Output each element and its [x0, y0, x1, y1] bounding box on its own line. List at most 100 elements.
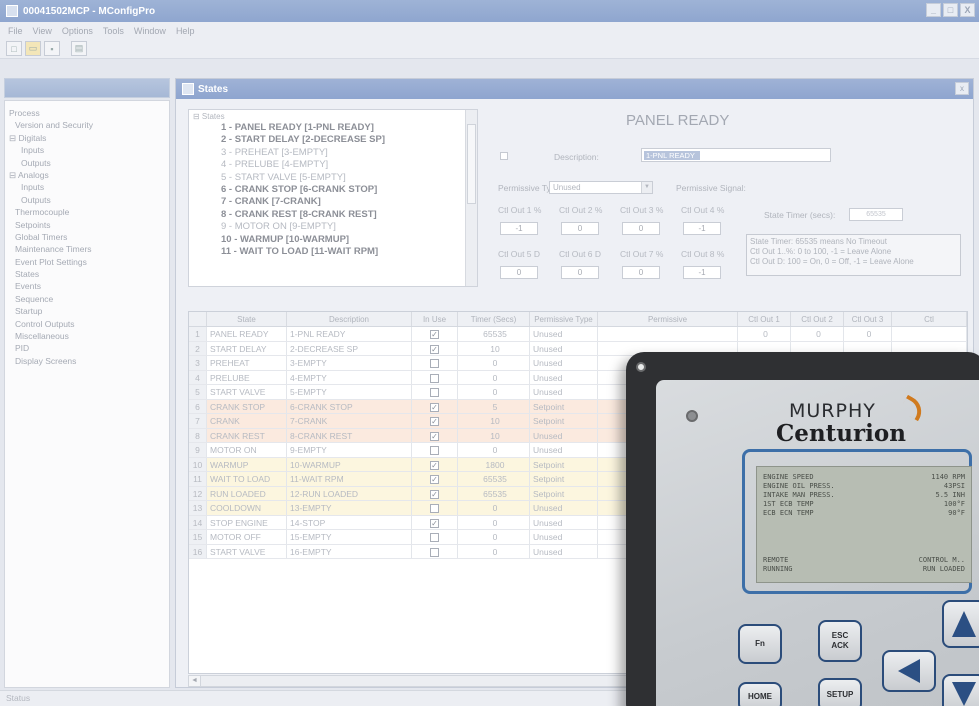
- table-cell-use[interactable]: ✓: [412, 399, 458, 413]
- in-use-checkbox[interactable]: ✓: [430, 330, 439, 340]
- left-arrow-key[interactable]: [882, 650, 936, 692]
- table-cell-state[interactable]: CRANK REST: [207, 428, 287, 442]
- table-cell-ptype[interactable]: Setpoint: [530, 457, 598, 471]
- table-cell-state[interactable]: PANEL READY: [207, 327, 287, 341]
- control-output-input[interactable]: -1: [683, 266, 721, 279]
- table-cell-ptype[interactable]: Unused: [530, 544, 598, 558]
- tree-item[interactable]: Thermocouple: [9, 206, 165, 218]
- table-cell-ptype[interactable]: Unused: [530, 385, 598, 399]
- table-cell-ptype[interactable]: Unused: [530, 356, 598, 370]
- down-arrow-key[interactable]: [942, 674, 979, 706]
- home-key[interactable]: HOME: [738, 682, 782, 706]
- table-cell-desc[interactable]: 9-EMPTY: [287, 443, 412, 457]
- table-cell-cf2[interactable]: 0: [791, 327, 844, 341]
- table-cell-use[interactable]: ✓: [412, 414, 458, 428]
- states-list-scrollbar[interactable]: [465, 110, 477, 286]
- fn-key[interactable]: Fn: [738, 624, 782, 664]
- grid-header-cf2[interactable]: Ctl Out 2: [791, 312, 844, 326]
- scroll-thumb[interactable]: [467, 124, 476, 204]
- table-cell-desc[interactable]: 10-WARMUP: [287, 457, 412, 471]
- table-cell-state[interactable]: START VALVE: [207, 385, 287, 399]
- tree-item[interactable]: Outputs: [9, 157, 165, 169]
- table-cell-timer[interactable]: 0: [458, 515, 530, 529]
- table-cell-desc[interactable]: 4-EMPTY: [287, 370, 412, 384]
- state-list-item[interactable]: 4 - PRELUBE [4-EMPTY]: [193, 159, 473, 171]
- table-cell-ptype[interactable]: Setpoint: [530, 399, 598, 413]
- table-cell-ptype[interactable]: Unused: [530, 428, 598, 442]
- tree-item[interactable]: Outputs: [9, 194, 165, 206]
- table-cell-state[interactable]: PRELUBE: [207, 370, 287, 384]
- table-cell-state[interactable]: START DELAY: [207, 341, 287, 355]
- states-root-node[interactable]: ⊟ States: [193, 112, 473, 122]
- state-list-item[interactable]: 5 - START VALVE [5-EMPTY]: [193, 172, 473, 184]
- table-cell-state[interactable]: WAIT TO LOAD: [207, 472, 287, 486]
- tree-item[interactable]: Display Screens: [9, 355, 165, 367]
- grid-header-permissive-type[interactable]: Permissive Type: [530, 312, 598, 326]
- close-button[interactable]: X: [960, 3, 975, 17]
- table-cell-state[interactable]: MOTOR ON: [207, 443, 287, 457]
- menu-view[interactable]: View: [33, 26, 52, 36]
- grid-header-cf1[interactable]: Ctl Out 1: [738, 312, 791, 326]
- in-use-checkbox[interactable]: ✓: [430, 475, 439, 485]
- menu-file[interactable]: File: [8, 26, 23, 36]
- scroll-left-icon[interactable]: ◄: [189, 676, 201, 686]
- table-cell-desc[interactable]: 6-CRANK STOP: [287, 399, 412, 413]
- chevron-down-icon[interactable]: ▼: [641, 182, 652, 193]
- tree-item[interactable]: Startup: [9, 305, 165, 317]
- table-cell-ptype[interactable]: Setpoint: [530, 472, 598, 486]
- table-cell-use[interactable]: ✓: [412, 428, 458, 442]
- table-cell-timer[interactable]: 0: [458, 370, 530, 384]
- table-cell-ptype[interactable]: Unused: [530, 443, 598, 457]
- new-icon[interactable]: □: [6, 41, 22, 56]
- control-output-input[interactable]: -1: [683, 222, 721, 235]
- tree-item[interactable]: Control Outputs: [9, 318, 165, 330]
- table-cell-timer[interactable]: 0: [458, 385, 530, 399]
- grid-header-state[interactable]: State: [207, 312, 287, 326]
- menu-help[interactable]: Help: [176, 26, 195, 36]
- tree-item[interactable]: Process: [9, 107, 165, 119]
- tree-item[interactable]: Events: [9, 280, 165, 292]
- table-cell-use[interactable]: ✓: [412, 515, 458, 529]
- table-cell-state[interactable]: CRANK: [207, 414, 287, 428]
- tree-item[interactable]: Global Timers: [9, 231, 165, 243]
- menu-tools[interactable]: Tools: [103, 26, 124, 36]
- table-cell-use[interactable]: [412, 385, 458, 399]
- grid-header-timer[interactable]: Timer (Secs): [458, 312, 530, 326]
- in-use-checkbox[interactable]: ✓: [430, 402, 439, 412]
- table-cell-desc[interactable]: 11-WAIT RPM: [287, 472, 412, 486]
- table-cell-state[interactable]: MOTOR OFF: [207, 530, 287, 544]
- grid-header-cf3[interactable]: Ctl Out 3: [844, 312, 892, 326]
- table-cell-desc[interactable]: 2-DECREASE SP: [287, 341, 412, 355]
- table-cell-ptype[interactable]: Unused: [530, 327, 598, 341]
- setup-key[interactable]: SETUP: [818, 678, 862, 706]
- table-cell-state[interactable]: RUN LOADED: [207, 486, 287, 500]
- in-use-checkbox[interactable]: [430, 359, 439, 369]
- table-cell-perm[interactable]: [598, 327, 738, 341]
- table-cell-state[interactable]: COOLDOWN: [207, 501, 287, 515]
- permissive-type-select[interactable]: Unused ▼: [549, 181, 653, 194]
- in-use-checkbox[interactable]: ✓: [430, 431, 439, 441]
- tree-item[interactable]: Event Plot Settings: [9, 256, 165, 268]
- table-cell-timer[interactable]: 65535: [458, 472, 530, 486]
- table-cell-use[interactable]: [412, 530, 458, 544]
- state-enabled-checkbox[interactable]: [500, 152, 508, 160]
- table-cell-timer[interactable]: 10: [458, 428, 530, 442]
- minimize-button[interactable]: _: [926, 3, 941, 17]
- maximize-button[interactable]: □: [943, 3, 958, 17]
- table-cell-use[interactable]: [412, 544, 458, 558]
- table-cell-timer[interactable]: 0: [458, 501, 530, 515]
- control-output-input[interactable]: 0: [500, 266, 538, 279]
- table-cell-ptype[interactable]: Unused: [530, 515, 598, 529]
- table-cell-timer[interactable]: 0: [458, 443, 530, 457]
- table-cell-timer[interactable]: 65535: [458, 486, 530, 500]
- table-cell-desc[interactable]: 3-EMPTY: [287, 356, 412, 370]
- in-use-checkbox[interactable]: [430, 504, 439, 514]
- table-cell-cf3[interactable]: 0: [844, 327, 892, 341]
- in-use-checkbox[interactable]: [430, 446, 439, 456]
- table-cell-ptype[interactable]: Setpoint: [530, 486, 598, 500]
- tree-item[interactable]: ⊟ Analogs: [9, 169, 165, 181]
- table-cell-desc[interactable]: 16-EMPTY: [287, 544, 412, 558]
- state-list-item[interactable]: 7 - CRANK [7-CRANK]: [193, 196, 473, 208]
- menu-window[interactable]: Window: [134, 26, 166, 36]
- tree-item[interactable]: Miscellaneous: [9, 330, 165, 342]
